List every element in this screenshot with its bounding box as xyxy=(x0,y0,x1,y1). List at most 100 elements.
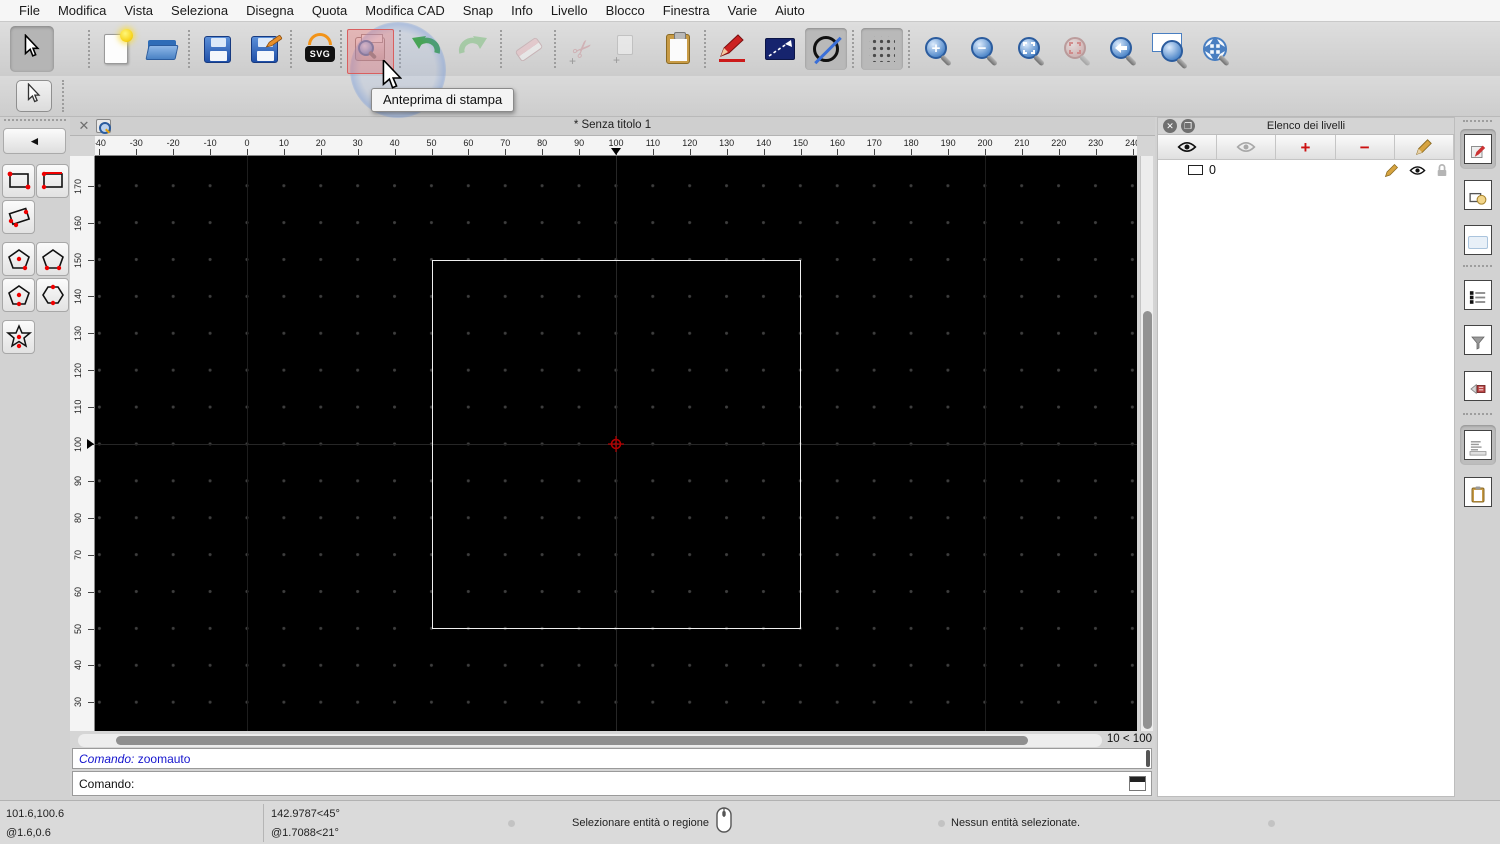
command-options-icon[interactable] xyxy=(1129,776,1146,791)
layer-row-0[interactable]: 0 xyxy=(1158,160,1454,180)
ruler-tick-label: 60 xyxy=(463,138,474,148)
tool-polygon-center-corner[interactable] xyxy=(2,242,35,276)
zoom-window-button[interactable] xyxy=(1148,28,1190,70)
vertical-scrollbar-thumb[interactable] xyxy=(1143,311,1152,729)
selection-box-button[interactable] xyxy=(759,28,801,70)
pointer-option-button[interactable] xyxy=(16,80,52,112)
ruler-tick-label: 100 xyxy=(608,138,624,148)
zoom-pan-button[interactable] xyxy=(1194,28,1236,70)
menu-finestra[interactable]: Finestra xyxy=(654,3,719,18)
horizontal-scrollbar-thumb[interactable] xyxy=(116,736,1028,745)
librecad-window: File Modifica Vista Seleziona Disegna Qu… xyxy=(0,0,1500,844)
cut-button[interactable]: ✂ + xyxy=(562,28,604,70)
menu-disegna[interactable]: Disegna xyxy=(237,3,303,18)
menu-quota[interactable]: Quota xyxy=(303,3,356,18)
menu-blocco[interactable]: Blocco xyxy=(597,3,654,18)
dock-drag-handle[interactable] xyxy=(1463,120,1492,125)
tool-rectangle-2-corners[interactable] xyxy=(2,164,35,198)
zoom-in-button[interactable]: + xyxy=(916,28,958,70)
new-document-button[interactable] xyxy=(95,28,137,70)
zoom-out-button[interactable]: − xyxy=(962,28,1004,70)
edit-layer-button[interactable] xyxy=(1394,135,1455,159)
dock-command-line-button[interactable] xyxy=(1460,425,1496,465)
menu-snap[interactable]: Snap xyxy=(454,3,502,18)
tool-polygon-2-vertices[interactable] xyxy=(36,242,69,276)
ruler-tick-label: 130 xyxy=(719,138,735,148)
pointer-icon xyxy=(26,81,42,110)
palette-back-button[interactable]: ◄ xyxy=(3,128,66,154)
eraser-button[interactable] xyxy=(508,28,550,70)
ruler-tick-label: 150 xyxy=(73,251,83,268)
toolbar-separator xyxy=(908,30,910,68)
zoom-out-icon: − xyxy=(971,37,999,67)
remove-layer-button[interactable]: − xyxy=(1335,135,1395,159)
menu-vista[interactable]: Vista xyxy=(115,3,162,18)
layer-edit-icon[interactable] xyxy=(1384,163,1399,178)
menu-livello[interactable]: Livello xyxy=(542,3,597,18)
pen-attributes-button[interactable] xyxy=(712,28,754,70)
pointer-tool-button[interactable] xyxy=(10,26,54,72)
paste-button[interactable] xyxy=(657,28,699,70)
undo-button[interactable] xyxy=(405,28,447,70)
horizontal-scrollbar[interactable] xyxy=(78,734,1102,747)
menu-seleziona[interactable]: Seleziona xyxy=(162,3,237,18)
dock-library-browser-button[interactable] xyxy=(1460,220,1496,260)
svg-export-button[interactable]: SVG xyxy=(299,28,341,70)
pencil-icon xyxy=(1415,139,1432,155)
dock-command-options-button[interactable] xyxy=(1460,275,1496,315)
menu-varie[interactable]: Varie xyxy=(719,3,766,18)
layer-panel-toolbar: + − xyxy=(1158,135,1455,160)
ruler-tick-label: 140 xyxy=(73,288,83,304)
open-file-button[interactable] xyxy=(142,28,184,70)
copy-button[interactable]: + xyxy=(609,28,651,70)
hide-all-layers-button[interactable] xyxy=(1217,135,1277,159)
save-as-button[interactable] xyxy=(243,28,285,70)
dock-layer-list-button[interactable] xyxy=(1460,129,1496,169)
ruler-tick-label: 40 xyxy=(73,660,83,671)
toolbar-separator xyxy=(62,80,64,112)
save-button[interactable] xyxy=(196,28,238,70)
command-history-label: Comando: xyxy=(79,752,135,766)
ruler-tick-label: 140 xyxy=(756,138,772,148)
vertical-scrollbar[interactable] xyxy=(1140,156,1153,731)
tool-star[interactable] xyxy=(2,320,35,354)
menu-modifica-cad[interactable]: Modifica CAD xyxy=(356,3,453,18)
layer-visibility-icon[interactable] xyxy=(1409,165,1426,176)
palette-drag-handle[interactable] xyxy=(4,119,66,125)
add-layer-button[interactable]: + xyxy=(1276,135,1336,159)
history-scrollbar-thumb[interactable] xyxy=(1146,750,1150,767)
zoom-previous-button[interactable] xyxy=(1101,28,1143,70)
zoom-auto-button[interactable] xyxy=(1009,28,1051,70)
redo-button[interactable] xyxy=(452,28,494,70)
dock-entity-filter-button[interactable] xyxy=(1460,320,1496,360)
zoom-selected-button[interactable] xyxy=(1055,28,1097,70)
menu-file[interactable]: File xyxy=(10,3,49,18)
ruler-tick-label: 120 xyxy=(682,138,698,148)
show-all-layers-button[interactable] xyxy=(1158,135,1218,159)
tool-polygon-inscribed[interactable] xyxy=(36,278,69,312)
filter-window-icon xyxy=(1464,325,1492,355)
top-ruler: -40 -30 -20 -10 0 10 20 30 40 50 60 70 80 90 100 110 120… xyxy=(95,136,1137,156)
command-input[interactable]: Comando: xyxy=(72,771,1152,796)
minus-icon: − xyxy=(1359,137,1370,157)
tool-rectangle-3-points[interactable] xyxy=(2,200,35,234)
drawing-area[interactable] xyxy=(95,156,1137,731)
circle-attributes-button[interactable] xyxy=(805,28,847,70)
grid-toggle-button[interactable] xyxy=(861,28,903,70)
menu-aiuto[interactable]: Aiuto xyxy=(766,3,814,18)
ruler-tick-label: 40 xyxy=(389,138,400,148)
circle-slash-icon xyxy=(813,36,839,62)
dock-separator xyxy=(1463,413,1492,415)
menu-info[interactable]: Info xyxy=(502,3,542,18)
layer-lock-icon[interactable] xyxy=(1436,163,1448,177)
dock-block-list-button[interactable] xyxy=(1460,175,1496,215)
tool-rectangle-sides[interactable] xyxy=(36,164,69,198)
ruler-tick-label: 160 xyxy=(73,215,83,231)
grid-icon xyxy=(869,36,895,62)
ruler-tick-label: 60 xyxy=(73,586,83,597)
dock-exploded-view-button[interactable] xyxy=(1460,366,1496,406)
menu-modifica[interactable]: Modifica xyxy=(49,3,115,18)
tool-polygon-center-side[interactable] xyxy=(2,278,35,312)
dock-clipboard-button[interactable] xyxy=(1460,472,1496,512)
tool-options-toolbar xyxy=(0,76,1500,117)
